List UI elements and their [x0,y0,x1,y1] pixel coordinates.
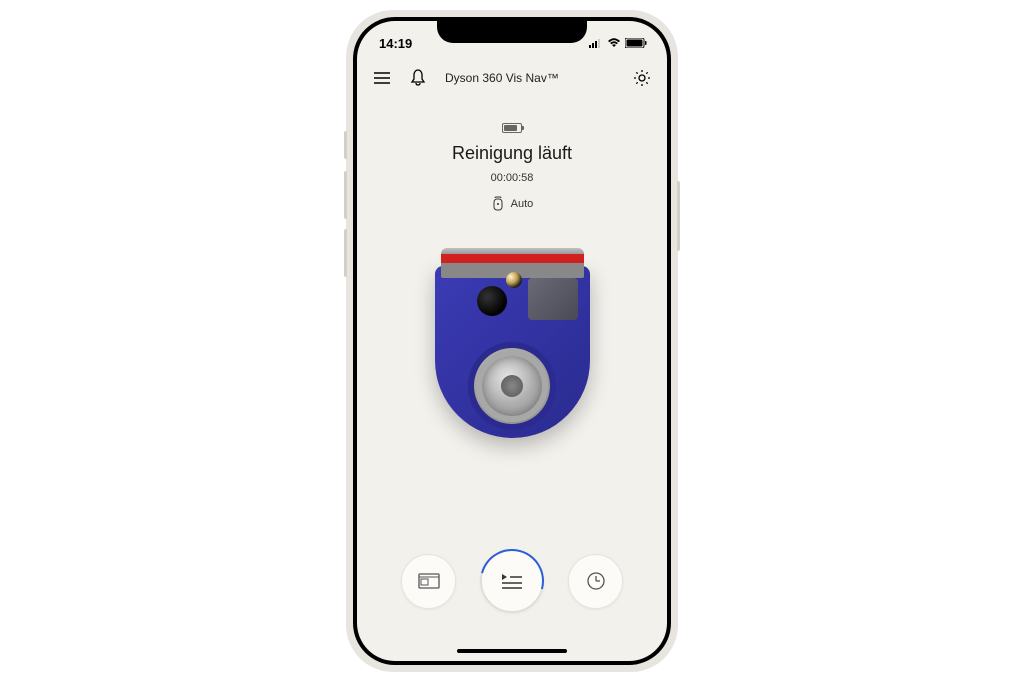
phone-power-button [677,181,680,251]
map-button[interactable] [401,554,456,609]
bottom-controls [357,549,667,613]
phone-mute-switch [344,131,347,159]
status-time: 14:19 [379,36,412,51]
status-indicators [589,38,647,48]
clock-icon [586,571,606,591]
phone-frame: 14:19 [347,11,677,671]
phone-volume-down [344,229,347,277]
gear-icon[interactable] [633,69,651,87]
phone-volume-up [344,171,347,219]
device-battery-icon [502,123,522,133]
cleaning-status-title: Reinigung läuft [452,143,572,164]
battery-status-icon [625,38,647,48]
app-screen: 14:19 [357,21,667,661]
robot-image [435,248,590,438]
phone-notch [437,17,587,43]
cellular-signal-icon [589,38,603,48]
menu-icon[interactable] [373,69,391,87]
status-section: Reinigung läuft 00:00:58 Auto [357,99,667,212]
wifi-icon [607,38,621,48]
app-header: Dyson 360 Vis Nav™ [357,57,667,99]
auto-mode-icon [491,196,505,212]
play-queue-button[interactable] [480,549,544,613]
cleaning-timer: 00:00:58 [491,172,534,184]
schedule-button[interactable] [568,554,623,609]
cleaning-mode-label: Auto [511,198,534,210]
queue-icon [501,573,523,589]
phone-bezel: 14:19 [353,17,671,665]
header-left: Dyson 360 Vis Nav™ [373,69,559,87]
map-icon [418,573,440,589]
bell-icon[interactable] [409,69,427,87]
robot-visualization [357,248,667,438]
home-indicator[interactable] [457,649,567,653]
device-name[interactable]: Dyson 360 Vis Nav™ [445,71,559,85]
cleaning-mode[interactable]: Auto [491,196,534,212]
